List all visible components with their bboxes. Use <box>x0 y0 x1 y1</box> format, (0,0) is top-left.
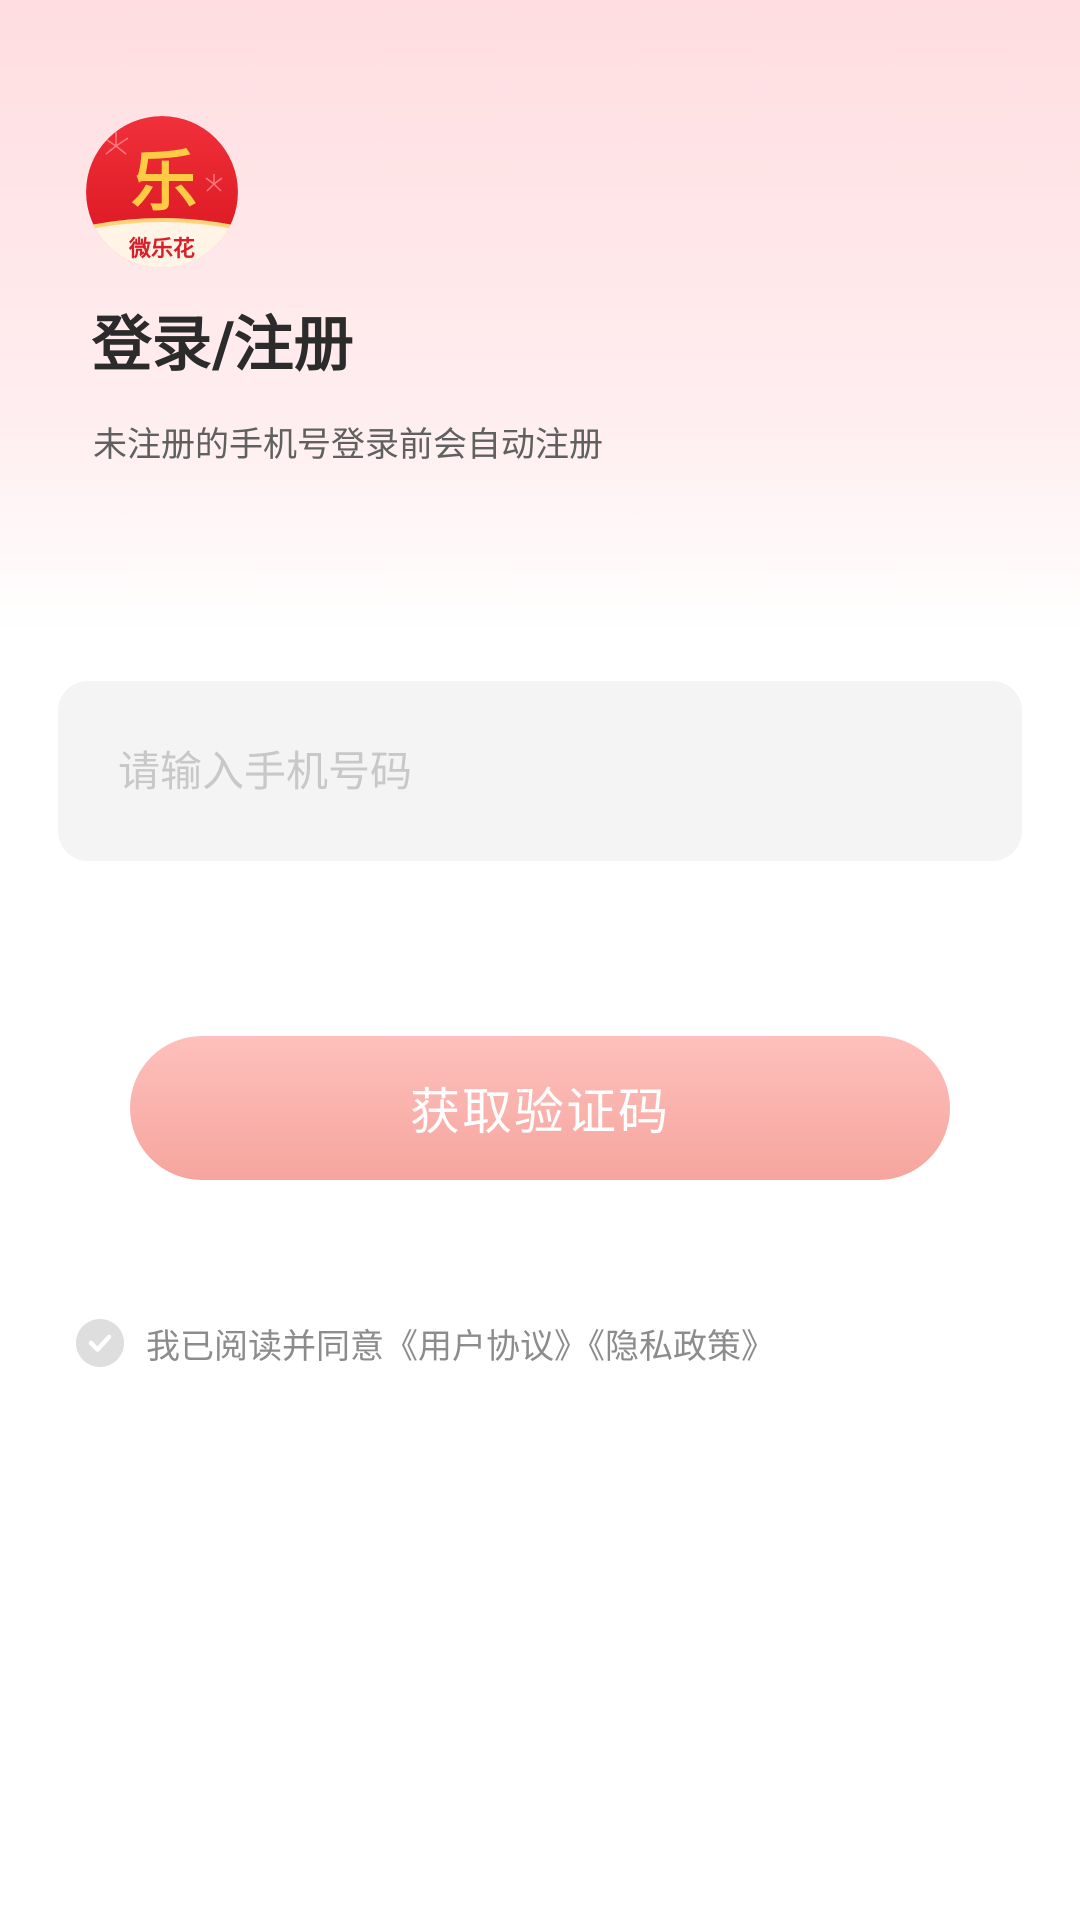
page-title: 登录/注册 <box>92 310 354 380</box>
app-logo-graphic: 乐 微乐花 <box>86 116 238 268</box>
logo-character: 乐 <box>131 143 197 220</box>
page-subtitle: 未注册的手机号登录前会自动注册 <box>93 425 603 465</box>
logo-brand-name: 微乐花 <box>128 236 195 262</box>
agreement-prefix: 我已阅读并同意 <box>146 1326 384 1367</box>
phone-input-container <box>58 681 1022 861</box>
agreement-row: 我已阅读并同意《用户协议》《隐私政策》 <box>76 1318 775 1368</box>
get-verification-code-button[interactable]: 获取验证码 <box>130 1036 950 1180</box>
phone-input[interactable] <box>118 681 998 861</box>
user-agreement-link[interactable]: 《用户协议》 <box>384 1327 588 1367</box>
agreement-text: 我已阅读并同意《用户协议》《隐私政策》 <box>146 1319 775 1368</box>
privacy-policy-link[interactable]: 《隐私政策》 <box>588 1327 775 1367</box>
app-logo: 乐 微乐花 <box>86 116 238 268</box>
check-icon[interactable] <box>76 1319 124 1367</box>
